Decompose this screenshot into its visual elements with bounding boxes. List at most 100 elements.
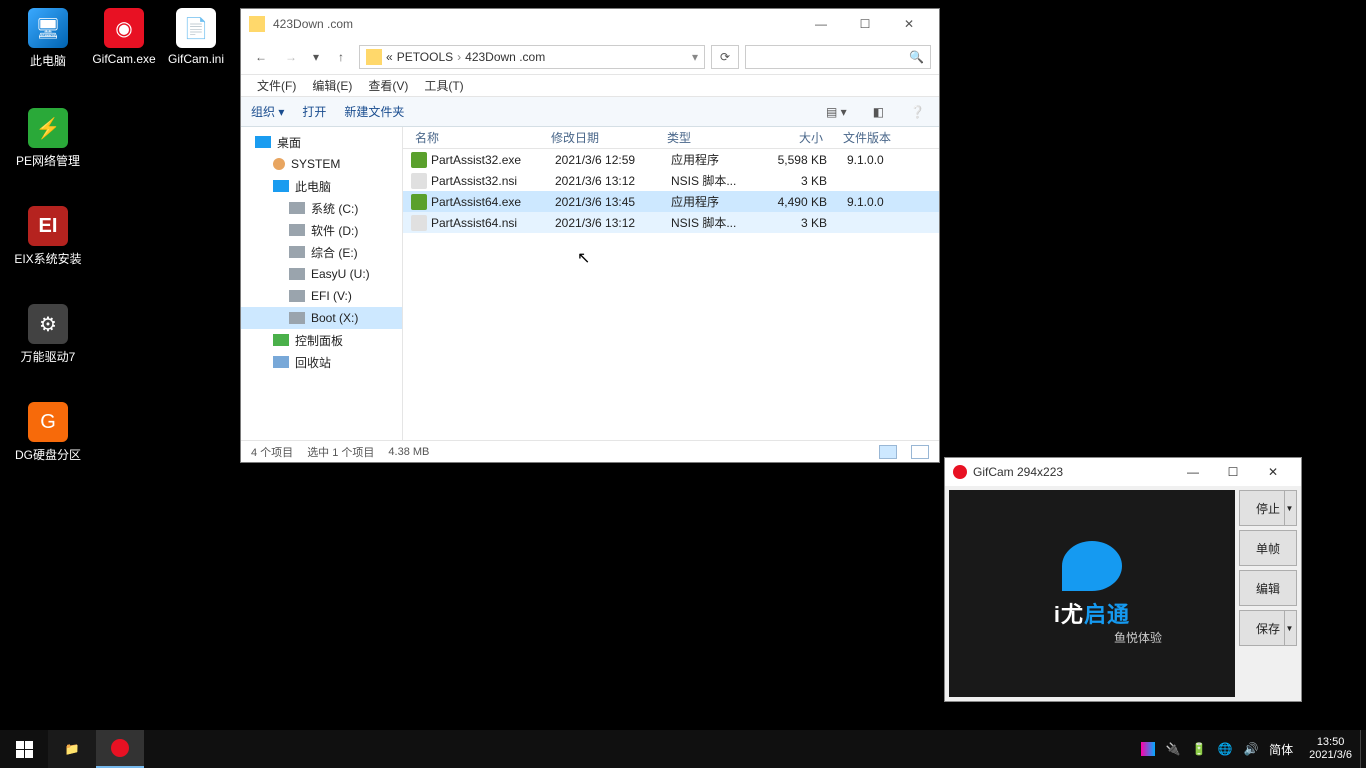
save-button[interactable]: 保存▼ — [1239, 610, 1297, 646]
tree-label: 回收站 — [295, 354, 331, 371]
file-explorer-window[interactable]: 423Down .com — ☐ ✕ ← → ▾ ↑ « PETOOLS › 4… — [240, 8, 940, 463]
tree-label: Boot (X:) — [311, 311, 358, 325]
icon-label: GifCam.exe — [86, 52, 162, 66]
up-button[interactable]: ↑ — [329, 45, 353, 69]
statusbar: 4 个项目 选中 1 个项目 4.38 MB — [241, 440, 939, 462]
open-button[interactable]: 打开 — [302, 103, 326, 120]
tree-label: 综合 (E:) — [311, 244, 358, 261]
tree-label: 此电脑 — [295, 178, 331, 195]
maximize-button[interactable]: ☐ — [843, 10, 887, 38]
back-button[interactable]: ← — [249, 45, 273, 69]
forward-button[interactable]: → — [279, 45, 303, 69]
tree-item[interactable]: EasyU (U:) — [241, 263, 402, 285]
col-date[interactable]: 修改日期 — [551, 129, 667, 146]
chevron-down-icon[interactable]: ▾ — [692, 50, 698, 64]
tree-label: 桌面 — [277, 134, 301, 151]
tree-label: 控制面板 — [295, 332, 343, 349]
titlebar[interactable]: GifCam 294x223 — ☐ ✕ — [945, 458, 1301, 486]
col-size[interactable]: 大小 — [757, 129, 833, 146]
file-name: PartAssist64.nsi — [431, 216, 555, 230]
tree-icon — [289, 246, 305, 258]
taskbar-gifcam[interactable] — [96, 730, 144, 768]
edit-button[interactable]: 编辑 — [1239, 570, 1297, 606]
show-desktop-button[interactable] — [1360, 730, 1366, 768]
file-name: PartAssist32.nsi — [431, 174, 555, 188]
volume-icon[interactable]: 🔊 — [1243, 741, 1259, 757]
network-icon[interactable]: 🌐 — [1217, 741, 1233, 757]
file-icon — [411, 173, 427, 189]
system-tray[interactable]: 🔌 🔋 🌐 🔊 简体 — [1133, 741, 1301, 758]
menu-tools[interactable]: 工具(T) — [416, 77, 471, 94]
minimize-button[interactable]: — — [1173, 459, 1213, 485]
dropdown-icon[interactable]: ▼ — [1284, 491, 1294, 525]
refresh-button[interactable]: ⟳ — [711, 45, 739, 69]
battery-icon[interactable]: 🔋 — [1191, 741, 1207, 757]
desktop-icon-EIX系统安装[interactable]: EIEIX系统安装 — [10, 206, 86, 267]
recent-dropdown[interactable]: ▾ — [309, 45, 323, 69]
frame-button[interactable]: 单帧 — [1239, 530, 1297, 566]
titlebar[interactable]: 423Down .com — ☐ ✕ — [241, 9, 939, 39]
col-type[interactable]: 类型 — [667, 129, 757, 146]
icon-label: 此电脑 — [10, 52, 86, 69]
menu-edit[interactable]: 编辑(E) — [304, 77, 360, 94]
tree-item[interactable]: 控制面板 — [241, 329, 402, 351]
details-view-icon[interactable] — [879, 445, 897, 459]
col-name[interactable]: 名称 — [403, 129, 551, 146]
close-button[interactable]: ✕ — [887, 10, 931, 38]
desktop-icon-此电脑[interactable]: 🖥此电脑 — [10, 8, 86, 69]
newfolder-button[interactable]: 新建文件夹 — [344, 103, 404, 120]
taskbar-explorer[interactable]: 📁 — [48, 730, 96, 768]
address-bar[interactable]: « PETOOLS › 423Down .com ▾ — [359, 45, 705, 69]
clock[interactable]: 13:50 2021/3/6 — [1301, 736, 1360, 762]
tree-item[interactable]: 桌面 — [241, 131, 402, 153]
dropdown-icon[interactable]: ▼ — [1284, 611, 1294, 645]
tree-item[interactable]: SYSTEM — [241, 153, 402, 175]
minimize-button[interactable]: — — [799, 10, 843, 38]
search-input[interactable]: 🔍 — [745, 45, 931, 69]
desktop-icon-DG硬盘分区[interactable]: GDG硬盘分区 — [10, 402, 86, 463]
language-indicator[interactable]: 简体 — [1269, 741, 1293, 758]
tree-item[interactable]: Boot (X:) — [241, 307, 402, 329]
file-row[interactable]: PartAssist32.nsi 2021/3/6 13:12 NSIS 脚本.… — [403, 170, 939, 191]
tree-item[interactable]: 此电脑 — [241, 175, 402, 197]
file-row[interactable]: PartAssist64.exe 2021/3/6 13:45 应用程序 4,4… — [403, 191, 939, 212]
desktop-icon-GifCam.ini[interactable]: 📄GifCam.ini — [158, 8, 234, 66]
column-headers[interactable]: 名称 修改日期 类型 大小 文件版本 — [403, 127, 939, 149]
stop-button[interactable]: 停止▼ — [1239, 490, 1297, 526]
col-version[interactable]: 文件版本 — [833, 129, 913, 146]
view-options-icon[interactable]: ▤ ▾ — [822, 105, 851, 119]
maximize-button[interactable]: ☐ — [1213, 459, 1253, 485]
usb-icon[interactable]: 🔌 — [1165, 741, 1181, 757]
organize-button[interactable]: 组织 ▾ — [251, 103, 284, 120]
desktop-icon-PE网络管理[interactable]: ⚡PE网络管理 — [10, 108, 86, 169]
tree-label: 软件 (D:) — [311, 222, 358, 239]
help-icon[interactable]: ❔ — [906, 105, 929, 119]
tree-item[interactable]: 综合 (E:) — [241, 241, 402, 263]
desktop-icon-GifCam.exe[interactable]: ◉GifCam.exe — [86, 8, 162, 66]
file-date: 2021/3/6 12:59 — [555, 153, 671, 167]
close-button[interactable]: ✕ — [1253, 459, 1293, 485]
breadcrumb-prefix: « — [386, 50, 393, 64]
gifcam-window[interactable]: GifCam 294x223 — ☐ ✕ i尤启通 鱼悦体验 停止▼ 单帧 编辑… — [944, 457, 1302, 702]
menu-view[interactable]: 查看(V) — [360, 77, 416, 94]
breadcrumb-item[interactable]: PETOOLS — [397, 50, 453, 64]
tray-app-icon[interactable] — [1141, 742, 1155, 756]
tree-icon — [273, 334, 289, 346]
file-date: 2021/3/6 13:45 — [555, 195, 671, 209]
file-row[interactable]: PartAssist32.exe 2021/3/6 12:59 应用程序 5,5… — [403, 149, 939, 170]
icons-view-icon[interactable] — [911, 445, 929, 459]
tree-item[interactable]: EFI (V:) — [241, 285, 402, 307]
window-title: 423Down .com — [273, 17, 799, 31]
tree-icon — [289, 202, 305, 214]
tree-item[interactable]: 系统 (C:) — [241, 197, 402, 219]
desktop-icon-万能驱动7[interactable]: ⚙万能驱动7 — [10, 304, 86, 365]
taskbar[interactable]: 📁 🔌 🔋 🌐 🔊 简体 13:50 2021/3/6 — [0, 730, 1366, 768]
start-button[interactable] — [0, 730, 48, 768]
preview-pane-icon[interactable]: ◧ — [869, 105, 888, 119]
tree-item[interactable]: 回收站 — [241, 351, 402, 373]
tree-item[interactable]: 软件 (D:) — [241, 219, 402, 241]
menu-file[interactable]: 文件(F) — [249, 77, 304, 94]
breadcrumb-item[interactable]: 423Down .com — [465, 50, 545, 64]
folder-tree[interactable]: 桌面 SYSTEM 此电脑系统 (C:) 软件 (D:) 综合 (E:) EasyU (U… — [241, 127, 403, 440]
file-row[interactable]: PartAssist64.nsi 2021/3/6 13:12 NSIS 脚本.… — [403, 212, 939, 233]
